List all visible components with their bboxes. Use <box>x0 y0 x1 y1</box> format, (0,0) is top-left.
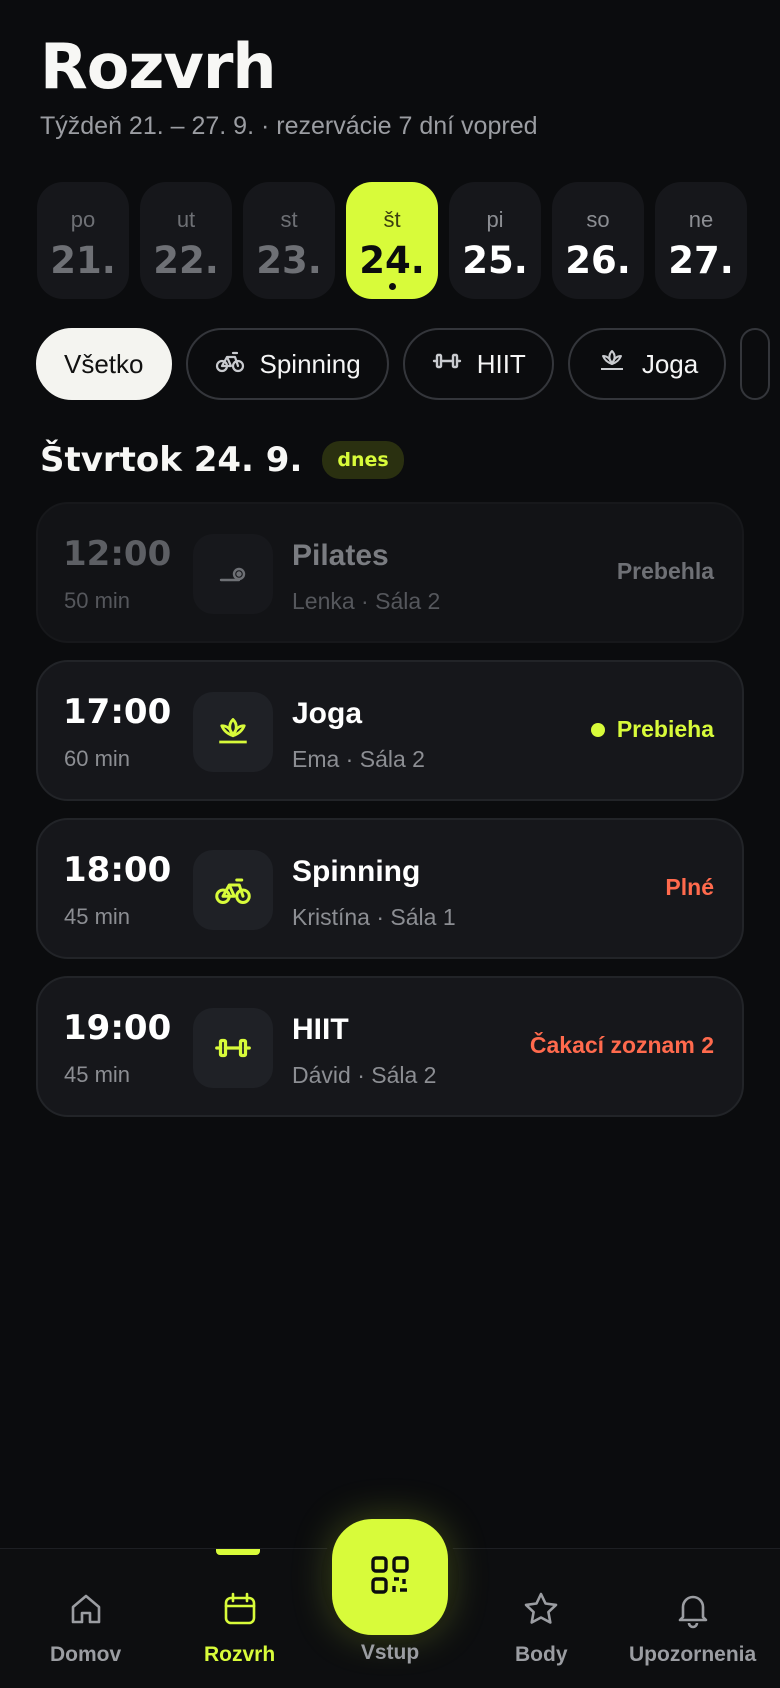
week-subtitle: Týždeň 21. – 27. 9. · rezervácie 7 dní v… <box>40 112 538 140</box>
day-fri[interactable]: pi 25. <box>449 182 541 299</box>
class-status: Prebieha <box>590 716 714 743</box>
day-name: ne <box>688 207 714 232</box>
page-title: Rozvrh <box>40 30 277 103</box>
class-duration: 45 min <box>64 1062 131 1087</box>
star-icon <box>521 1589 561 1635</box>
status-text: Plné <box>665 874 714 900</box>
day-sun[interactable]: ne 27. <box>655 182 747 299</box>
class-meta: Lenka · Sála 2 <box>292 588 441 614</box>
day-name: so <box>586 207 610 232</box>
day-number: 24. <box>359 239 425 282</box>
class-card-spinning[interactable]: 18:00 45 min Spinning Kristína · Sála 1 … <box>36 818 744 959</box>
class-time: 19:00 <box>63 1008 172 1048</box>
class-status: Plné <box>665 874 714 901</box>
class-card-joga[interactable]: 17:00 60 min Joga Ema · Sála 2 Prebieha <box>36 660 744 801</box>
lotus-icon <box>193 692 273 772</box>
pilates-icon <box>193 534 273 614</box>
class-time: 18:00 <box>63 850 172 890</box>
home-icon <box>66 1589 106 1635</box>
today-badge: dnes <box>322 441 404 479</box>
day-name: pi <box>486 207 504 232</box>
class-name: HIIT <box>292 1013 349 1046</box>
day-thu[interactable]: št 24. <box>346 182 438 299</box>
day-name: po <box>70 207 96 232</box>
class-card-hiit[interactable]: 19:00 45 min HIIT Dávid · Sála 2 Čakací … <box>36 976 744 1117</box>
class-time: 17:00 <box>63 692 172 732</box>
class-status: Prebehla <box>617 558 714 585</box>
class-status: Čakací zoznam 2 <box>530 1032 714 1059</box>
filter-label: HIIT <box>476 348 526 379</box>
day-number: 23. <box>256 239 322 282</box>
class-duration: 60 min <box>64 746 131 771</box>
class-name: Joga <box>292 697 363 730</box>
class-duration: 45 min <box>64 904 131 929</box>
filter-label: Všetko <box>64 348 144 379</box>
calendar-icon <box>220 1589 260 1635</box>
day-name: st <box>280 207 298 232</box>
entry-fab-wrap <box>321 1508 459 1646</box>
bicycle-icon <box>193 850 273 930</box>
filter-all[interactable]: Všetko <box>36 328 172 400</box>
status-text: Prebehla <box>616 558 714 584</box>
lotus-icon <box>596 345 628 384</box>
nav-home[interactable]: Domov <box>50 1589 121 1667</box>
nav-label: Body <box>515 1643 568 1666</box>
filter-chips: Všetko Spinning HIIT Joga <box>36 328 780 400</box>
day-number: 21. <box>50 239 116 282</box>
day-heading: Štvrtok 24. 9. dnes <box>40 440 404 480</box>
filter-hiit[interactable]: HIIT <box>402 328 554 400</box>
bicycle-icon <box>214 345 246 384</box>
nav-label: Domov <box>50 1643 122 1666</box>
nav-points[interactable]: Body <box>515 1589 568 1667</box>
day-number: 22. <box>153 239 219 282</box>
day-name: št <box>383 207 401 232</box>
filter-label: Joga <box>641 348 699 379</box>
filter-more[interactable] <box>740 328 771 400</box>
nav-label: Upozornenia <box>629 1643 757 1666</box>
live-dot <box>590 722 605 737</box>
day-selector: po 21. ut 22. st 23. št 24. pi 25. so 26… <box>37 182 747 299</box>
day-tue[interactable]: ut 22. <box>140 182 232 299</box>
active-tab-indicator <box>216 1549 260 1555</box>
entry-button[interactable] <box>332 1519 448 1635</box>
entry-label: Vstup <box>360 1641 420 1664</box>
dumbbell-icon <box>431 345 463 384</box>
qr-code-icon <box>368 1553 412 1601</box>
day-wed[interactable]: st 23. <box>243 182 335 299</box>
day-heading-title: Štvrtok 24. 9. <box>40 440 303 480</box>
filter-spinning[interactable]: Spinning <box>185 328 389 400</box>
class-duration: 50 min <box>64 588 131 613</box>
nav-schedule[interactable]: Rozvrh <box>204 1589 275 1667</box>
class-name: Pilates <box>292 539 389 572</box>
day-mon[interactable]: po 21. <box>37 182 129 299</box>
filter-yoga[interactable]: Joga <box>567 328 727 400</box>
class-meta: Kristína · Sála 1 <box>292 904 456 930</box>
class-card-pilates[interactable]: 12:00 50 min Pilates Lenka · Sála 2 Preb… <box>36 502 744 643</box>
bell-icon <box>673 1589 713 1635</box>
day-number: 26. <box>565 239 631 282</box>
nav-label: Rozvrh <box>204 1643 276 1666</box>
today-dot <box>388 283 396 290</box>
class-meta: Ema · Sála 2 <box>292 746 425 772</box>
nav-notifications[interactable]: Upozornenia <box>629 1589 756 1667</box>
day-sat[interactable]: so 26. <box>552 182 644 299</box>
status-text: Prebieha <box>616 716 714 742</box>
class-name: Spinning <box>292 855 421 888</box>
day-name: ut <box>176 207 196 232</box>
filter-label: Spinning <box>259 348 361 379</box>
day-number: 27. <box>668 239 734 282</box>
class-meta: Dávid · Sála 2 <box>292 1062 437 1088</box>
class-time: 12:00 <box>63 534 172 574</box>
dumbbell-icon <box>193 1008 273 1088</box>
status-text: Čakací zoznam 2 <box>529 1032 714 1058</box>
day-number: 25. <box>462 239 528 282</box>
